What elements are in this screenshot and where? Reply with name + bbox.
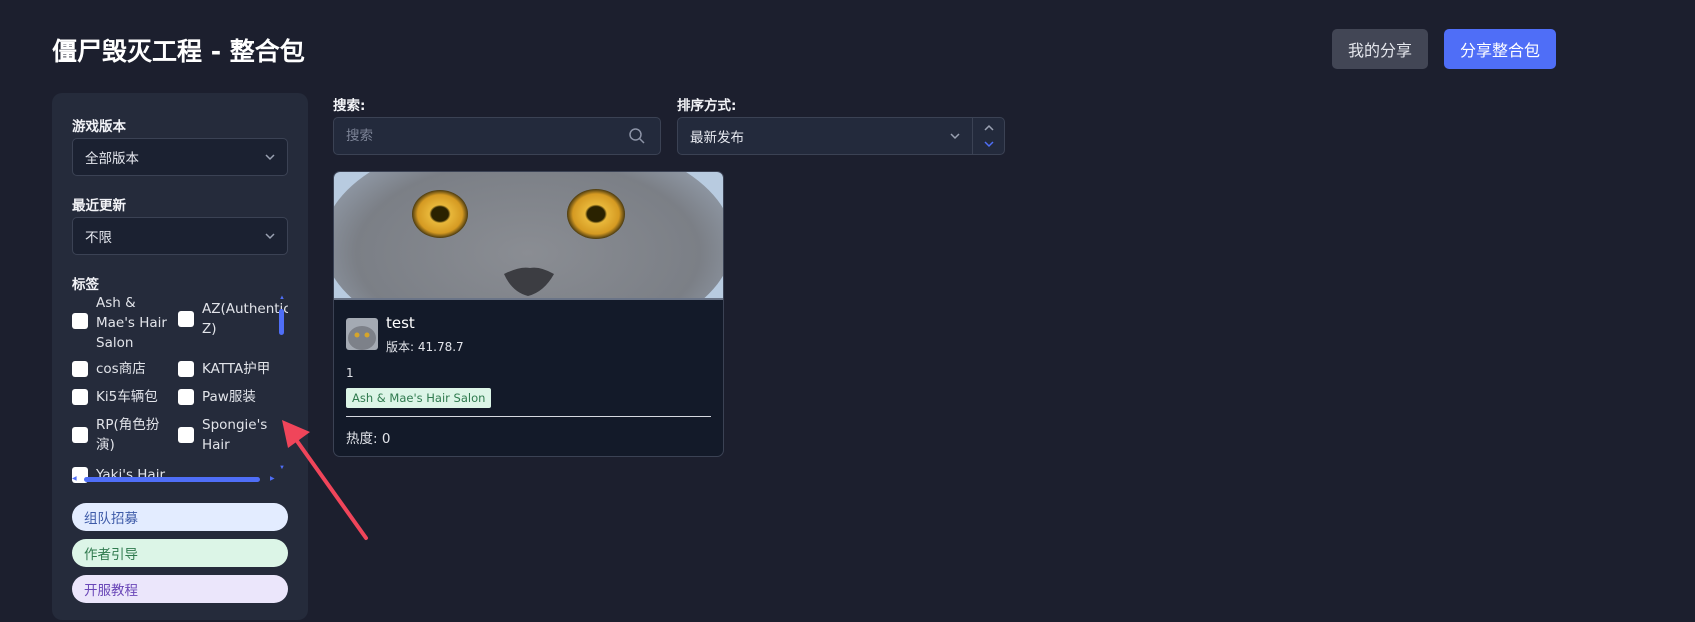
tag-checkbox-cos[interactable]: cos商店: [72, 359, 168, 379]
chevron-down-icon: [950, 133, 960, 140]
card-divider: [346, 416, 711, 417]
checkbox[interactable]: [178, 311, 194, 327]
recent-update-select[interactable]: 不限: [72, 217, 288, 255]
search-icon[interactable]: [628, 127, 646, 145]
page-title: 僵尸毁灭工程 - 整合包: [52, 37, 305, 66]
server-tutorial-link[interactable]: 开服教程: [72, 575, 288, 603]
sort-order-toggle[interactable]: [972, 117, 1005, 155]
chevron-down-icon[interactable]: [982, 138, 996, 150]
tag-label: Spongie's Hair: [202, 417, 268, 453]
sort-label: 排序方式:: [677, 98, 737, 114]
tag-checkbox-paw[interactable]: Paw服装: [178, 387, 274, 407]
tag-label: Ki5车辆包: [96, 389, 158, 405]
checkbox[interactable]: [178, 427, 194, 443]
author-avatar: [346, 318, 378, 350]
sort-select[interactable]: 最新发布: [677, 117, 973, 155]
chevron-down-icon: [265, 154, 275, 161]
checkbox[interactable]: [72, 361, 88, 377]
tag-list[interactable]: Ash & Mae's Hair Salon AZ(Authentic Z) c…: [72, 293, 288, 483]
recent-update-label: 最近更新: [72, 198, 126, 214]
card-description: 1: [346, 366, 354, 380]
tag-label: Paw服装: [202, 389, 256, 405]
card-title[interactable]: test: [386, 314, 415, 332]
game-version-select[interactable]: 全部版本: [72, 138, 288, 176]
recent-update-value: 不限: [85, 230, 112, 246]
chevron-down-icon: [265, 233, 275, 240]
cat-avatar-image: [346, 318, 378, 350]
tag-label: RP(角色扮演): [96, 417, 160, 453]
checkbox[interactable]: [178, 361, 194, 377]
card-version: 版本: 41.78.7: [386, 340, 464, 354]
tag-checkbox-katta[interactable]: KATTA护甲: [178, 359, 274, 379]
tag-label: cos商店: [96, 361, 146, 377]
checkbox[interactable]: [178, 389, 194, 405]
scroll-left-icon[interactable]: ◀: [72, 476, 77, 482]
tag-checkbox-spongie[interactable]: Spongie's Hair: [178, 415, 274, 455]
scrollbar-thumb[interactable]: [84, 477, 260, 482]
tag-list-horizontal-scrollbar[interactable]: ◀ ▶: [72, 475, 278, 483]
team-recruit-link[interactable]: 组队招募: [72, 503, 288, 531]
search-input[interactable]: [333, 117, 661, 155]
game-version-label: 游戏版本: [72, 119, 126, 135]
tag-checkbox-ash-mae[interactable]: Ash & Mae's Hair Salon: [72, 293, 168, 353]
modpack-card[interactable]: test 版本: 41.78.7 1 Ash & Mae's Hair Salo…: [333, 171, 724, 457]
tag-checkbox-az[interactable]: AZ(Authentic Z): [178, 299, 288, 339]
search-label: 搜索:: [333, 98, 366, 114]
tag-checkbox-ki5[interactable]: Ki5车辆包: [72, 387, 168, 407]
checkbox[interactable]: [72, 427, 88, 443]
my-share-button[interactable]: 我的分享: [1332, 29, 1428, 69]
checkbox[interactable]: [72, 389, 88, 405]
chevron-up-icon[interactable]: [982, 122, 996, 134]
card-tag: Ash & Mae's Hair Salon: [346, 388, 492, 408]
game-version-value: 全部版本: [85, 151, 139, 167]
scrollbar-thumb[interactable]: [279, 309, 284, 335]
tag-label: AZ(Authentic Z): [202, 301, 288, 337]
author-guide-link[interactable]: 作者引导: [72, 539, 288, 567]
tag-label: Ash & Mae's Hair Salon: [96, 295, 167, 351]
tag-checkbox-rp[interactable]: RP(角色扮演): [72, 415, 168, 455]
tag-label: KATTA护甲: [202, 361, 271, 377]
cat-cover-image: [334, 172, 723, 300]
scroll-up-icon[interactable]: ▲: [279, 295, 285, 301]
share-pack-button[interactable]: 分享整合包: [1444, 29, 1556, 69]
checkbox[interactable]: [72, 313, 88, 329]
annotation-arrow-icon: [282, 420, 368, 540]
tags-label: 标签: [72, 277, 99, 293]
sort-value: 最新发布: [690, 130, 744, 146]
